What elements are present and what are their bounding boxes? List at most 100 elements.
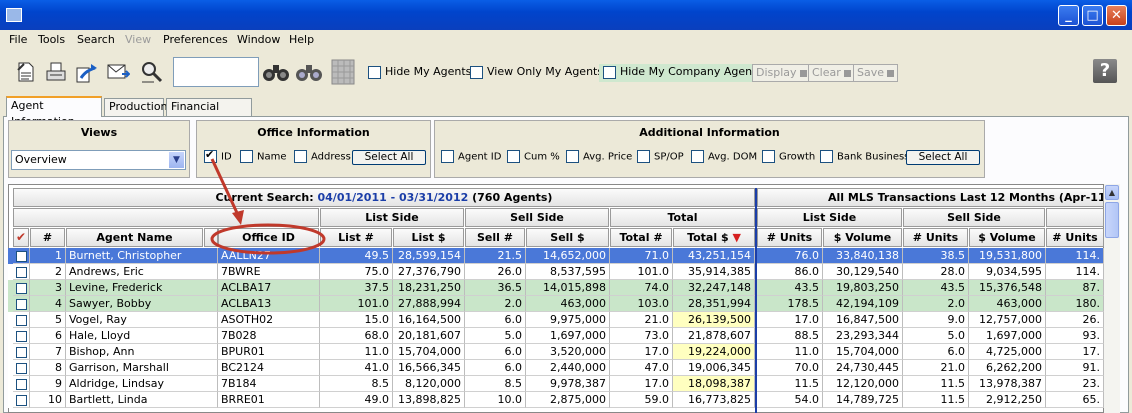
- col-rank[interactable]: #: [30, 228, 65, 247]
- bank-business-check[interactable]: Bank Business: [820, 150, 909, 166]
- col-total-count[interactable]: Total #: [610, 228, 672, 247]
- minimize-button[interactable]: _: [1058, 5, 1079, 26]
- save-button[interactable]: Save: [853, 64, 899, 82]
- menu-preferences[interactable]: Preferences: [163, 33, 228, 46]
- checkbox[interactable]: [441, 150, 454, 163]
- vertical-scrollbar[interactable]: ▲: [1104, 184, 1120, 413]
- row-checkbox[interactable]: [13, 360, 30, 376]
- menu-help[interactable]: Help: [289, 33, 314, 46]
- office-select-all-button[interactable]: Select All: [352, 150, 426, 165]
- avg-dom-check[interactable]: Avg. DOM: [691, 150, 757, 166]
- close-button[interactable]: ✕: [1106, 5, 1127, 26]
- checkbox[interactable]: [603, 65, 616, 79]
- checkbox[interactable]: [16, 250, 27, 262]
- additional-select-all-button[interactable]: Select All: [906, 150, 980, 165]
- checkbox[interactable]: [16, 282, 27, 294]
- col-sell-dollars[interactable]: Sell $: [526, 228, 609, 247]
- menu-search[interactable]: Search: [77, 33, 115, 46]
- mls-sell-units-cell: 21.0: [903, 360, 969, 376]
- row-checkbox[interactable]: [13, 392, 30, 408]
- row-checkbox[interactable]: [13, 376, 30, 392]
- checkbox[interactable]: [820, 150, 833, 163]
- checkbox[interactable]: [368, 65, 381, 79]
- checkbox[interactable]: [16, 330, 27, 342]
- checkbox[interactable]: [16, 362, 27, 374]
- rank-cell: 7: [30, 344, 66, 360]
- checkbox[interactable]: [566, 150, 579, 163]
- checkbox[interactable]: [16, 346, 27, 358]
- checkbox[interactable]: [470, 65, 483, 79]
- checkbox[interactable]: [691, 150, 704, 163]
- chevron-down-icon[interactable]: ▼: [169, 152, 184, 168]
- select-all-rows[interactable]: ✔: [13, 228, 29, 247]
- mls-list-volume-cell: 16,847,500: [823, 312, 903, 328]
- list-count-cell: 68.0: [320, 328, 393, 344]
- row-checkbox[interactable]: [13, 248, 30, 264]
- views-select[interactable]: Overview ▼: [11, 150, 186, 170]
- row-checkbox[interactable]: [13, 264, 30, 280]
- col-list-count[interactable]: List #: [320, 228, 392, 247]
- growth-check[interactable]: Growth: [762, 150, 815, 166]
- agent-search-icon[interactable]: [140, 60, 164, 84]
- col-agent-name[interactable]: Agent Name: [66, 228, 203, 247]
- row-checkbox[interactable]: [13, 312, 30, 328]
- view-only-my-agents-check[interactable]: View Only My Agents: [466, 64, 607, 82]
- row-checkbox[interactable]: [13, 328, 30, 344]
- col-mls-total-units[interactable]: # Units: [1046, 228, 1104, 247]
- binoculars-icon[interactable]: [262, 60, 290, 84]
- display-button[interactable]: Display: [752, 64, 811, 82]
- checkbox[interactable]: [16, 378, 27, 390]
- col-mls-sell-volume[interactable]: $ Volume: [969, 228, 1045, 247]
- col-mls-list-units[interactable]: # Units: [757, 228, 822, 247]
- checkbox[interactable]: [16, 298, 27, 310]
- search-input[interactable]: [173, 57, 259, 87]
- sell-dollars-cell: 2,875,000: [526, 392, 610, 408]
- clear-button[interactable]: Clear: [808, 64, 855, 82]
- menu-file[interactable]: File: [9, 33, 27, 46]
- document-icon[interactable]: [14, 60, 38, 84]
- mls-list-volume-cell: 19,803,250: [823, 280, 903, 296]
- grid-icon[interactable]: [331, 59, 355, 85]
- menu-window[interactable]: Window: [237, 33, 280, 46]
- avg-price-check[interactable]: Avg. Price: [566, 150, 632, 166]
- row-checkbox[interactable]: [13, 280, 30, 296]
- tab-agent-information[interactable]: Agent Information: [6, 96, 102, 128]
- checkbox[interactable]: [507, 150, 520, 163]
- sp-op-check[interactable]: SP/OP: [637, 150, 684, 166]
- col-mls-list-volume[interactable]: $ Volume: [823, 228, 902, 247]
- col-mls-sell-units[interactable]: # Units: [903, 228, 968, 247]
- advanced-search-icon[interactable]: [295, 60, 323, 84]
- sell-dollars-cell: 8,537,595: [526, 264, 610, 280]
- tab-production[interactable]: Production: [104, 98, 168, 116]
- export-icon[interactable]: [75, 60, 99, 84]
- menu-view[interactable]: View: [125, 33, 151, 46]
- col-list-dollars[interactable]: List $: [393, 228, 464, 247]
- checkbox[interactable]: [16, 266, 27, 278]
- mls-total-units-cell: 114.: [1046, 264, 1104, 280]
- scroll-up-icon[interactable]: ▲: [1105, 185, 1119, 200]
- total-dollars-cell: 19,006,345: [673, 360, 755, 376]
- maximize-button[interactable]: □: [1082, 5, 1103, 26]
- menu-tools[interactable]: Tools: [38, 33, 65, 46]
- row-checkbox[interactable]: [13, 344, 30, 360]
- row-checkbox[interactable]: [13, 296, 30, 312]
- col-sell-count[interactable]: Sell #: [465, 228, 525, 247]
- print-icon[interactable]: [44, 60, 68, 84]
- checkbox[interactable]: [16, 314, 27, 326]
- checkbox[interactable]: [637, 150, 650, 163]
- hide-my-company-agents-check[interactable]: Hide My Company Agents: [599, 64, 767, 82]
- sell-dollars-cell: 3,520,000: [526, 344, 610, 360]
- sell-count-cell: 2.0: [465, 296, 526, 312]
- tab-financial-metrics[interactable]: Financial Metrics: [166, 98, 252, 129]
- mls-list-side-header: List Side: [757, 208, 902, 227]
- total-count-cell: 74.0: [610, 280, 673, 296]
- help-button[interactable]: ?: [1093, 59, 1117, 83]
- hide-my-agents-check[interactable]: Hide My Agents: [364, 64, 475, 82]
- scroll-thumb[interactable]: [1105, 202, 1119, 238]
- cum-pct-check[interactable]: Cum %: [507, 150, 560, 166]
- checkbox[interactable]: [16, 394, 27, 406]
- email-icon[interactable]: [106, 60, 130, 84]
- checkbox[interactable]: [762, 150, 775, 163]
- col-total-dollars[interactable]: Total $ ▼: [673, 228, 755, 247]
- agent-id-check[interactable]: Agent ID: [441, 150, 501, 166]
